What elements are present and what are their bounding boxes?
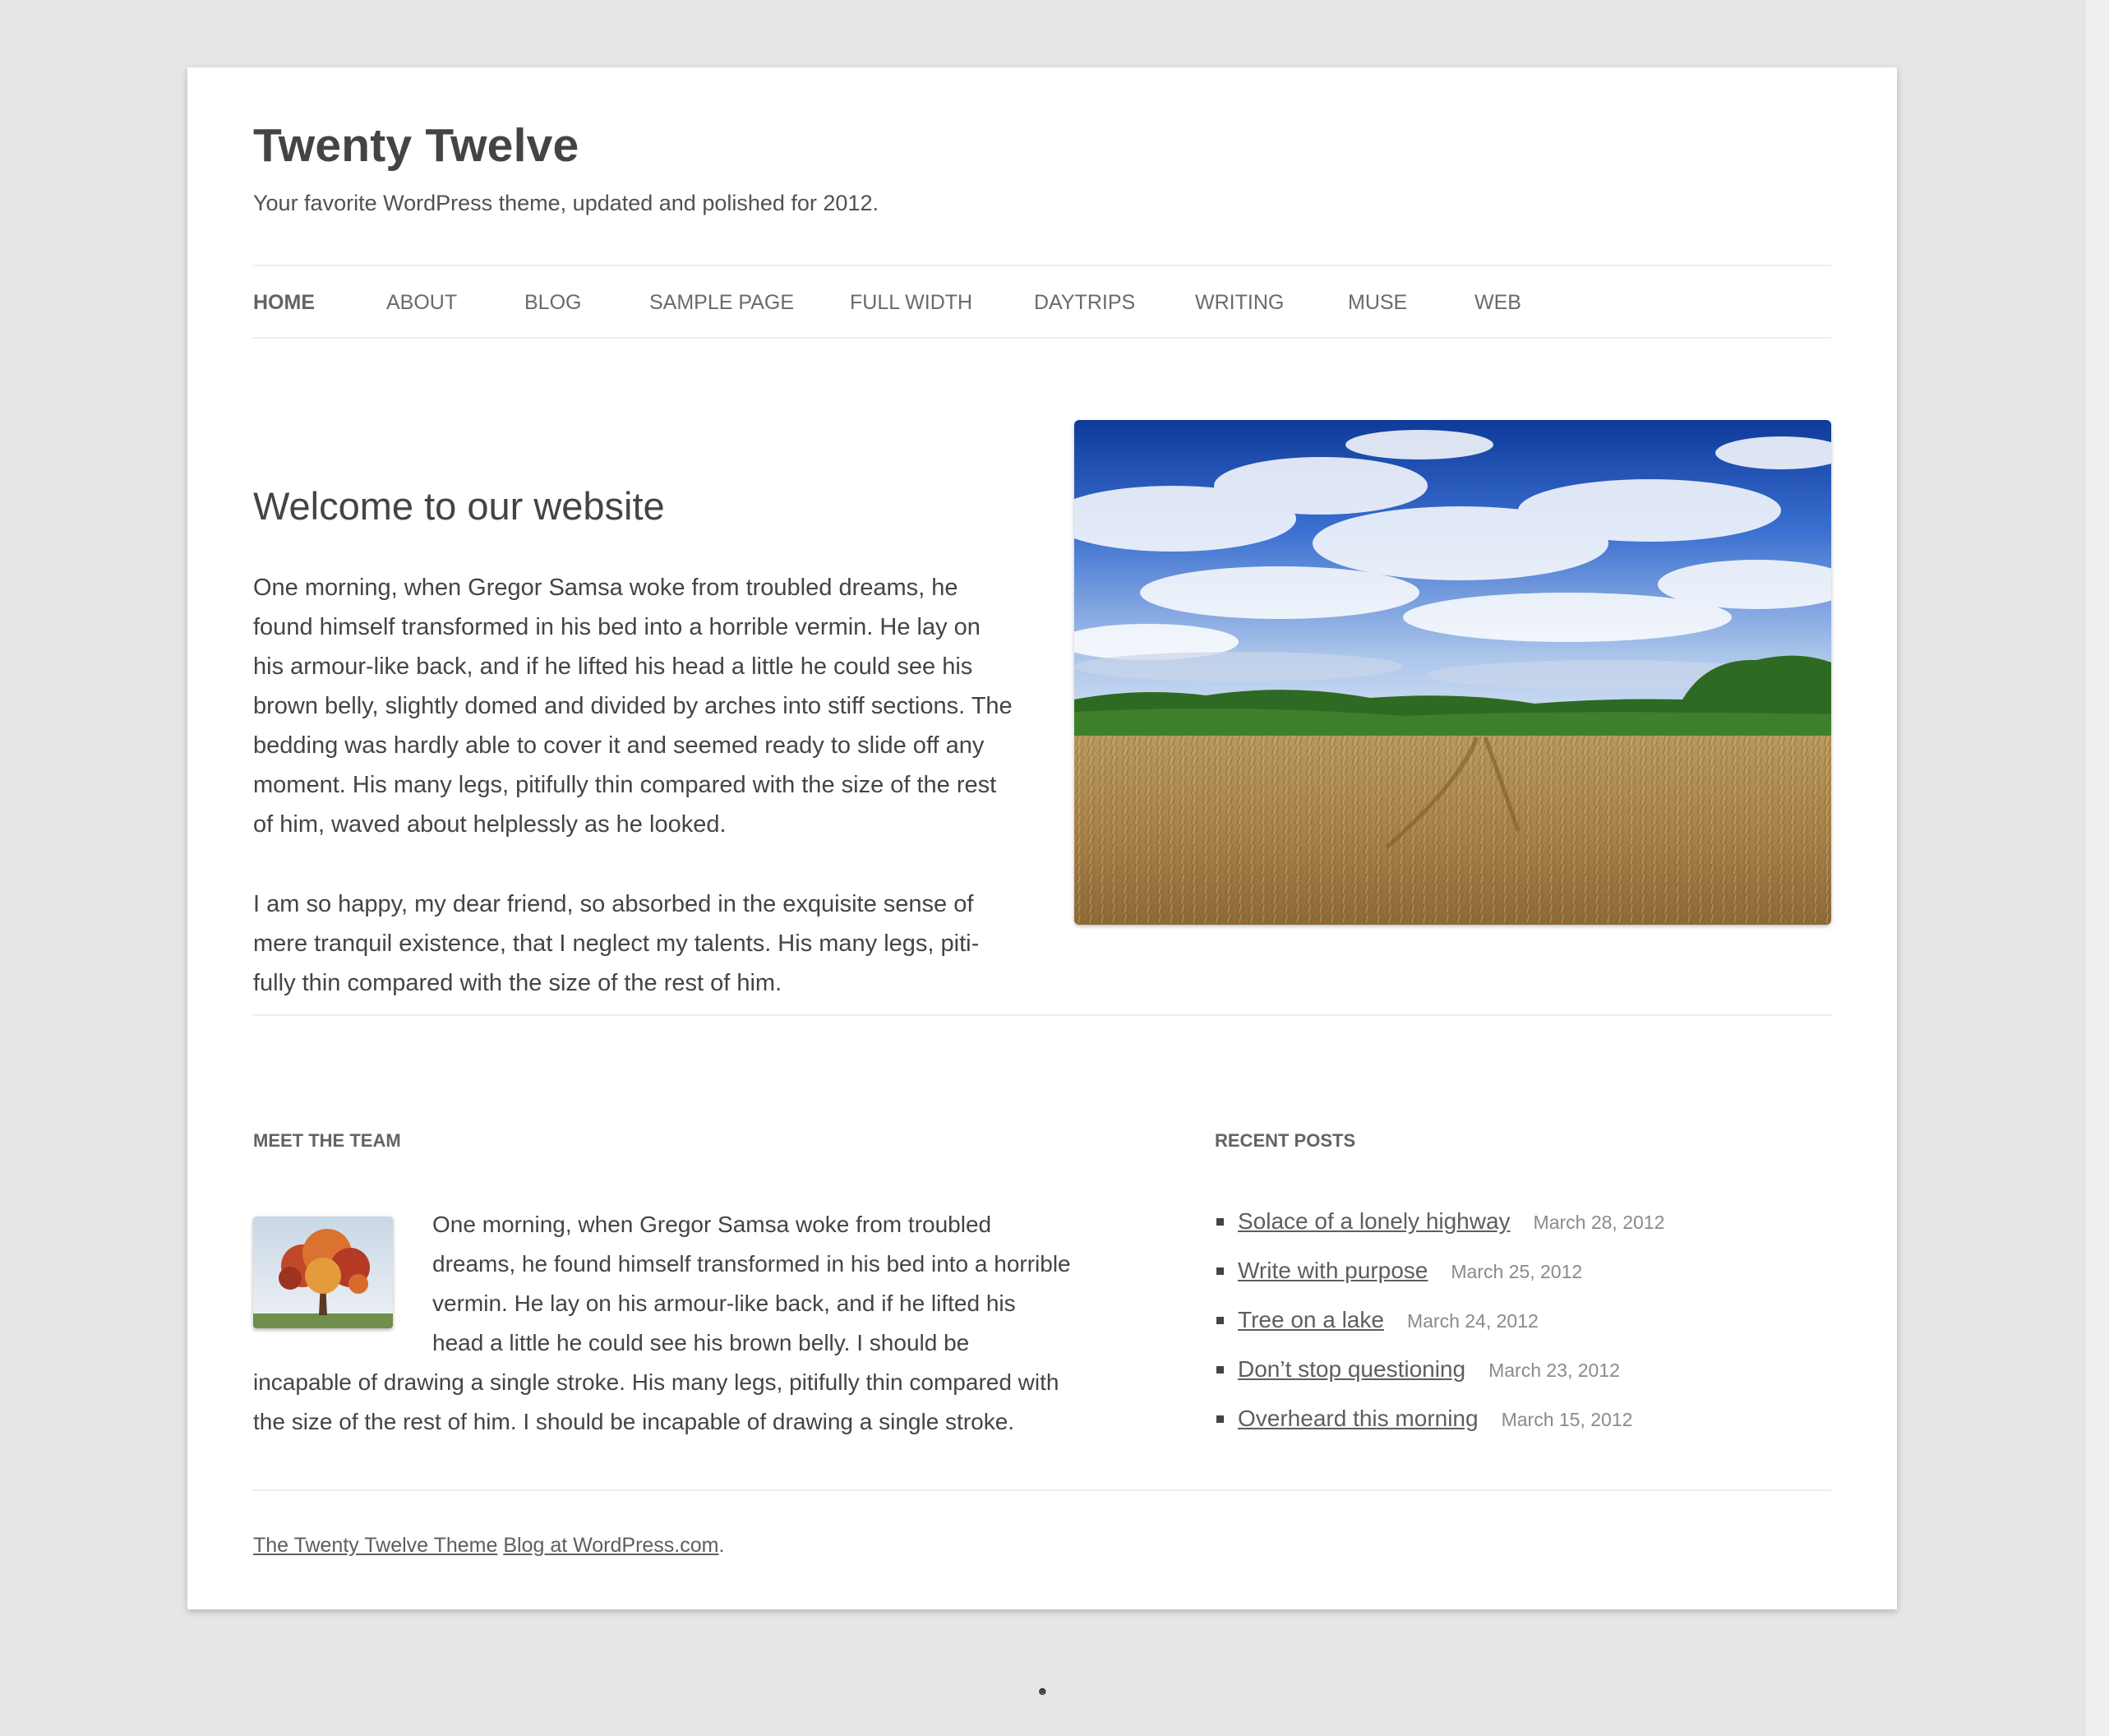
- post-date: March 15, 2012: [1501, 1409, 1633, 1430]
- nav-item-home[interactable]: HOME: [253, 266, 315, 339]
- post-link[interactable]: Don’t stop questioning: [1238, 1356, 1465, 1382]
- site-inner: Twenty Twelve Your favorite WordPress th…: [253, 67, 1831, 1609]
- post-date: March 28, 2012: [1533, 1212, 1665, 1233]
- footer-period: .: [718, 1534, 725, 1557]
- wordpress-link[interactable]: Blog at WordPress.com: [503, 1534, 718, 1557]
- content-divider: [253, 1014, 1831, 1016]
- post-date: March 23, 2012: [1488, 1360, 1620, 1381]
- nav-item-writing[interactable]: WRITING: [1195, 266, 1284, 339]
- main-navigation: HOME ABOUT BLOG SAMPLE PAGE FULL WIDTH D…: [253, 265, 1831, 339]
- scrollbar-track[interactable]: [2086, 0, 2109, 1736]
- list-item: Don’t stop questioning March 23, 2012: [1215, 1350, 1831, 1399]
- post-date: March 25, 2012: [1451, 1261, 1583, 1282]
- post-date: March 24, 2012: [1406, 1310, 1539, 1332]
- page-title: Welcome to our website: [253, 484, 665, 528]
- bullet-icon: [1216, 1317, 1224, 1324]
- bullet-icon: [1216, 1267, 1224, 1275]
- nav-item-about[interactable]: ABOUT: [386, 266, 457, 339]
- bullet-icon: [1216, 1218, 1224, 1226]
- intro-paragraph-1: One morning, when Gregor Samsa woke from…: [253, 575, 1013, 838]
- nav-item-daytrips[interactable]: DAYTRIPS: [1034, 266, 1135, 339]
- bullet-icon: [1216, 1415, 1224, 1423]
- nav-item-muse[interactable]: MUSE: [1348, 266, 1407, 339]
- team-widget: One morning, when Gregor Samsa woke from…: [253, 1205, 1071, 1442]
- list-item: Write with purpose March 25, 2012: [1215, 1251, 1831, 1300]
- nav-item-web[interactable]: WEB: [1474, 266, 1521, 339]
- nav-item-sample-page[interactable]: SAMPLE PAGE: [649, 266, 794, 339]
- post-link[interactable]: Write with purpose: [1238, 1258, 1428, 1283]
- bullet-icon: [1216, 1366, 1224, 1374]
- list-item: Tree on a lake March 24, 2012: [1215, 1300, 1831, 1350]
- post-link[interactable]: Solace of a lonely highway: [1238, 1208, 1511, 1234]
- recent-posts-list: Solace of a lonely highway March 28, 2012…: [1215, 1202, 1831, 1448]
- site-title[interactable]: Twenty Twelve: [253, 118, 579, 173]
- page-container: Twenty Twelve Your favorite WordPress th…: [187, 67, 1897, 1609]
- list-item: Solace of a lonely highway March 28, 2012: [1215, 1202, 1831, 1251]
- hero-image-wheat-field: [1074, 420, 1831, 925]
- nav-item-blog[interactable]: BLOG: [524, 266, 581, 339]
- list-item: Overheard this morning March 15, 2012: [1215, 1399, 1831, 1448]
- post-link[interactable]: Overheard this morning: [1238, 1406, 1479, 1431]
- site-footer: The Twenty Twelve Theme Blog at WordPres…: [253, 1534, 724, 1558]
- footer-divider: [253, 1489, 1831, 1491]
- team-image-tree: [253, 1217, 393, 1328]
- widget-title-recent-posts: RECENT POSTS: [1215, 1130, 1356, 1151]
- theme-link[interactable]: The Twenty Twelve Theme: [253, 1534, 497, 1557]
- site-description: Your favorite WordPress theme, updated a…: [253, 191, 879, 215]
- widget-title-team: MEET THE TEAM: [253, 1130, 401, 1151]
- intro-paragraph-2: I am so happy, my dear friend, so absorb…: [253, 891, 980, 996]
- post-link[interactable]: Tree on a lake: [1238, 1307, 1384, 1332]
- smiley-icon: ☻: [1036, 1684, 1049, 1697]
- nav-item-full-width[interactable]: FULL WIDTH: [850, 266, 972, 339]
